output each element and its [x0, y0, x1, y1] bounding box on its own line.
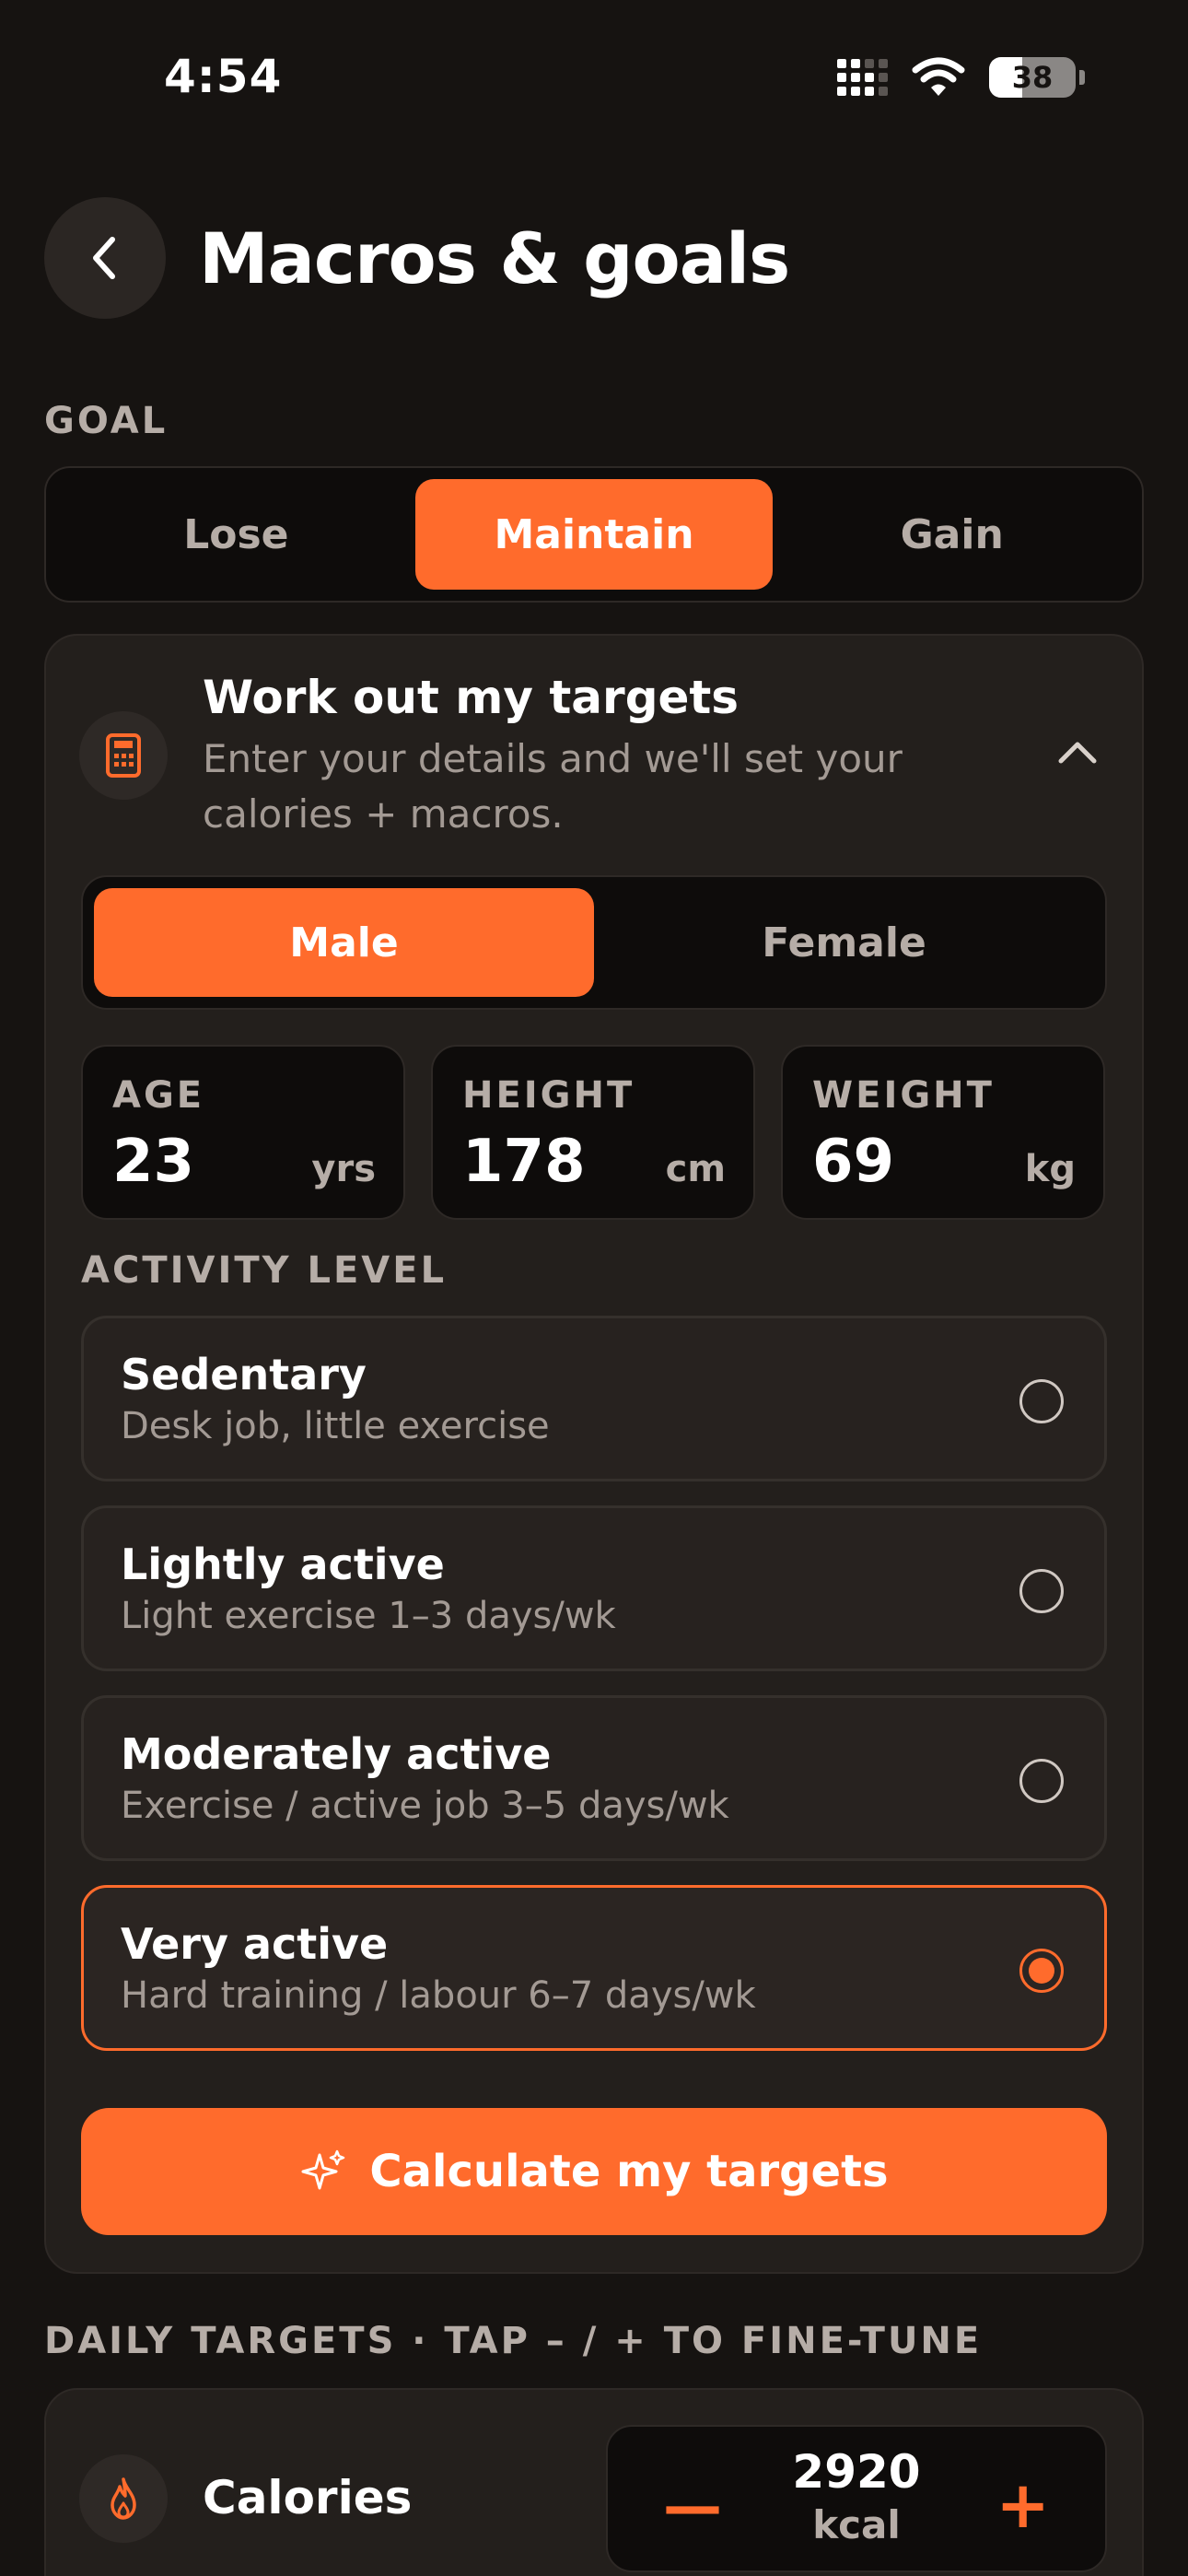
weight-value: 69: [812, 1128, 895, 1196]
page-title: Macros & goals: [199, 217, 790, 299]
activity-title: Sedentary: [121, 1350, 367, 1399]
radio-button[interactable]: [1019, 1759, 1064, 1803]
activity-description: Desk job, little exercise: [121, 1405, 550, 1447]
height-unit: cm: [665, 1148, 726, 1190]
goal-selector: Lose Maintain Gain: [44, 466, 1144, 603]
calculate-targets-button[interactable]: Calculate my targets: [81, 2108, 1107, 2235]
height-label: HEIGHT: [462, 1074, 635, 1117]
status-icons: 38: [837, 57, 1085, 98]
weight-unit: kg: [1024, 1148, 1076, 1190]
activity-option-lightly-active[interactable]: Lightly active Light exercise 1–3 days/w…: [81, 1505, 1107, 1671]
chevron-up-icon[interactable]: [1055, 737, 1100, 765]
activity-title: Lightly active: [121, 1540, 445, 1589]
height-field[interactable]: HEIGHT 178 cm: [431, 1045, 755, 1220]
activity-option-moderately-active[interactable]: Moderately active Exercise / active job …: [81, 1695, 1107, 1861]
signal-icon: [837, 59, 888, 96]
weight-field[interactable]: WEIGHT 69 kg: [781, 1045, 1105, 1220]
radio-button[interactable]: [1019, 1379, 1064, 1423]
age-unit: yrs: [311, 1148, 376, 1190]
age-field[interactable]: AGE 23 yrs: [81, 1045, 405, 1220]
sparkles-icon: [301, 2149, 345, 2190]
chevron-left-icon: [93, 237, 115, 279]
sex-selector: Male Female: [81, 875, 1107, 1010]
activity-title: Moderately active: [121, 1729, 552, 1779]
goal-label: GOAL: [44, 400, 169, 442]
activity-option-very-active[interactable]: Very active Hard training / labour 6–7 d…: [81, 1885, 1107, 2051]
activity-level-label: ACTIVITY LEVEL: [81, 1249, 448, 1292]
weight-label: WEIGHT: [812, 1074, 995, 1117]
calories-stepper: — 2920 kcal +: [606, 2425, 1107, 2572]
calculator-icon: [79, 711, 168, 800]
radio-button[interactable]: [1019, 1569, 1064, 1613]
battery-icon: 38: [989, 57, 1076, 98]
card-title: Work out my targets: [203, 671, 740, 724]
goal-option-gain[interactable]: Gain: [773, 479, 1131, 590]
age-label: AGE: [112, 1074, 205, 1117]
goal-option-lose[interactable]: Lose: [57, 479, 415, 590]
wifi-icon: [912, 57, 965, 96]
battery-level: 38: [1011, 60, 1054, 95]
calories-label: Calories: [203, 2471, 413, 2524]
daily-targets-label: DAILY TARGETS · TAP – / + TO FINE-TUNE: [44, 2320, 983, 2362]
back-button[interactable]: [44, 197, 166, 319]
goal-option-maintain[interactable]: Maintain: [414, 479, 774, 590]
increment-button[interactable]: +: [996, 2467, 1050, 2543]
sex-option-female[interactable]: Female: [594, 888, 1094, 997]
radio-button-selected[interactable]: [1019, 1949, 1064, 1993]
calculate-label: Calculate my targets: [369, 2146, 889, 2197]
card-subtitle: Enter your details and we'll set your ca…: [203, 736, 903, 837]
height-value: 178: [462, 1128, 586, 1196]
flame-icon: [79, 2454, 168, 2543]
age-value: 23: [112, 1128, 195, 1196]
activity-description: Hard training / labour 6–7 days/wk: [121, 1974, 756, 2017]
screen: 4:54 38 Macros & goals GOAL Lose Maintai…: [0, 0, 1188, 2576]
status-time: 4:54: [164, 50, 283, 103]
activity-option-sedentary[interactable]: Sedentary Desk job, little exercise: [81, 1316, 1107, 1481]
sex-option-male[interactable]: Male: [94, 888, 594, 997]
activity-title: Very active: [121, 1919, 389, 1969]
activity-description: Light exercise 1–3 days/wk: [121, 1595, 616, 1637]
activity-description: Exercise / active job 3–5 days/wk: [121, 1785, 729, 1827]
